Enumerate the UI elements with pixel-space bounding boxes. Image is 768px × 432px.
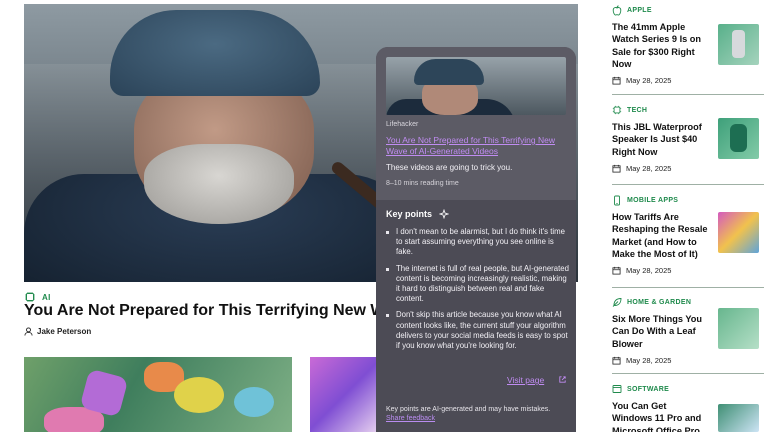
divider xyxy=(612,184,764,185)
sidebar-article-title[interactable]: You Can Get Windows 11 Pro and Microsoft… xyxy=(612,400,708,432)
sidebar-category-label: APPLE xyxy=(627,6,652,14)
sidebar-article-title[interactable]: This JBL Waterproof Speaker Is Just $40 … xyxy=(612,121,708,158)
share-feedback-link[interactable]: Share feedback xyxy=(386,415,435,422)
sidebar-article-date: May 28, 2025 xyxy=(612,164,764,173)
calendar-icon xyxy=(612,267,621,275)
visit-page-link[interactable]: Visit page xyxy=(507,375,544,385)
author-row[interactable]: Jake Peterson xyxy=(24,327,91,336)
thumb-hat xyxy=(414,59,484,85)
sidebar-category[interactable]: TECH xyxy=(612,104,764,116)
sidebar-article-date: May 28, 2025 xyxy=(612,76,764,85)
related-article-image-2[interactable] xyxy=(310,357,380,432)
sidebar-category-label: TECH xyxy=(627,106,648,114)
sidebar-category[interactable]: MOBILE APPS xyxy=(612,194,764,206)
sidebar-article-thumbnail[interactable] xyxy=(718,308,759,349)
key-point: Don't skip this article because you know… xyxy=(386,310,570,351)
phone-icon xyxy=(614,195,620,205)
external-link-icon[interactable] xyxy=(558,375,567,384)
sidebar-article-title[interactable]: How Tariffs Are Reshaping the Resale Mar… xyxy=(612,211,708,260)
popup-source: Lifehacker xyxy=(386,121,419,128)
ai-disclaimer: Key points are AI-generated and may have… xyxy=(386,406,551,413)
related-article-image[interactable] xyxy=(24,357,292,432)
article-category-label: AI xyxy=(42,292,51,302)
window-icon xyxy=(612,385,622,393)
apple-icon xyxy=(612,4,622,15)
thumb-shape xyxy=(234,387,274,417)
article-title[interactable]: You Are Not Prepared for This Terrifying… xyxy=(24,302,412,320)
divider xyxy=(612,287,764,288)
key-points-list: I don't mean to be alarmist, but I do th… xyxy=(386,227,570,357)
key-point: The internet is full of real people, but… xyxy=(386,264,570,305)
sidebar-article-title[interactable]: The 41mm Apple Watch Series 9 Is on Sale… xyxy=(612,21,708,70)
chip-icon xyxy=(612,105,622,115)
sidebar-article-title[interactable]: Six More Things You Can Do With a Leaf B… xyxy=(612,313,708,350)
sidebar-article-thumbnail[interactable] xyxy=(718,404,759,432)
thumb-shape xyxy=(174,377,224,413)
sidebar-article-thumbnail[interactable] xyxy=(718,212,759,253)
popup-description: These videos are going to trick you. xyxy=(386,163,513,172)
sidebar-category-label: SOFTWARE xyxy=(627,385,670,393)
user-icon xyxy=(24,327,33,336)
date-text: May 28, 2025 xyxy=(626,355,672,365)
hero-beard xyxy=(144,144,294,224)
sidebar-article-thumbnail[interactable] xyxy=(718,118,759,159)
key-points-heading: Key points xyxy=(386,209,450,219)
watch-shape xyxy=(732,30,745,58)
sidebar-article-date: May 28, 2025 xyxy=(612,266,764,275)
divider xyxy=(612,373,764,374)
hero-hat xyxy=(110,10,320,96)
sidebar-category[interactable]: SOFTWARE xyxy=(612,383,764,395)
key-points-title: Key points xyxy=(386,209,433,219)
popup-article-link[interactable]: You Are Not Prepared for This Terrifying… xyxy=(386,135,566,157)
sidebar-article-date: May 28, 2025 xyxy=(612,356,764,365)
sidebar-category-label: MOBILE APPS xyxy=(627,196,679,204)
calendar-icon xyxy=(612,164,621,173)
sparkle-icon xyxy=(439,209,450,219)
leaf-icon xyxy=(612,298,622,307)
key-point: I don't mean to be alarmist, but I do th… xyxy=(386,227,570,258)
sidebar: APPLE The 41mm Apple Watch Series 9 Is o… xyxy=(604,0,768,432)
sidebar-category[interactable]: APPLE xyxy=(612,4,764,16)
author-name: Jake Peterson xyxy=(37,327,92,336)
popup-header: Lifehacker You Are Not Prepared for This… xyxy=(376,47,576,200)
divider xyxy=(612,94,764,95)
calendar-icon xyxy=(612,356,621,365)
summary-popup: Lifehacker You Are Not Prepared for This… xyxy=(376,47,576,432)
sidebar-article-thumbnail[interactable] xyxy=(718,24,759,65)
date-text: May 28, 2025 xyxy=(626,266,672,276)
sidebar-category-label: HOME & GARDEN xyxy=(627,298,692,306)
popup-reading-time: 8–10 mins reading time xyxy=(386,180,459,187)
speaker-shape xyxy=(730,124,747,152)
date-text: May 28, 2025 xyxy=(626,76,672,86)
date-text: May 28, 2025 xyxy=(626,163,672,173)
popup-thumbnail xyxy=(386,57,566,115)
calendar-icon xyxy=(612,77,621,85)
sidebar-category[interactable]: HOME & GARDEN xyxy=(612,296,764,308)
